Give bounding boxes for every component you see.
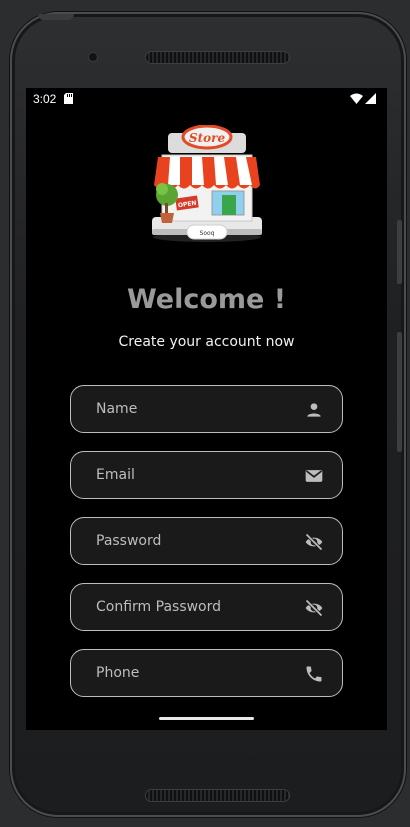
front-camera bbox=[88, 52, 98, 62]
phone-top-edge bbox=[38, 14, 74, 20]
subtitle: Create your account now bbox=[118, 334, 295, 350]
confirm-password-input[interactable] bbox=[71, 584, 342, 630]
home-indicator[interactable] bbox=[159, 717, 254, 720]
email-field[interactable] bbox=[70, 451, 343, 499]
phone-input[interactable] bbox=[71, 650, 342, 696]
status-time: 3:02 bbox=[33, 92, 57, 106]
volume-button[interactable] bbox=[397, 220, 402, 284]
store-sign-text: Store bbox=[189, 131, 226, 145]
app-screen: 3:02 Store OPEN Sooq Welcome ! Create yo… bbox=[26, 88, 387, 730]
top-speaker bbox=[145, 51, 290, 64]
confirm-password-field[interactable] bbox=[70, 583, 343, 631]
visibility-off-icon[interactable] bbox=[304, 598, 324, 618]
mail-icon bbox=[305, 470, 323, 482]
phone-field[interactable] bbox=[70, 649, 343, 697]
person-icon bbox=[307, 403, 321, 417]
cell-signal-icon bbox=[365, 93, 376, 104]
name-field[interactable] bbox=[70, 385, 343, 433]
store-tag-text: Sooq bbox=[200, 230, 215, 237]
bottom-speaker bbox=[145, 789, 290, 802]
email-input[interactable] bbox=[71, 452, 342, 498]
phone-icon bbox=[306, 666, 322, 682]
name-input[interactable] bbox=[71, 386, 342, 432]
store-logo: Store OPEN Sooq bbox=[152, 125, 262, 242]
welcome-heading: Welcome ! bbox=[126, 284, 287, 315]
wifi-icon bbox=[350, 93, 363, 104]
password-field[interactable] bbox=[70, 517, 343, 565]
visibility-off-icon[interactable] bbox=[304, 532, 324, 552]
status-bar: 3:02 bbox=[26, 88, 387, 110]
power-button[interactable] bbox=[397, 332, 402, 452]
password-input[interactable] bbox=[71, 518, 342, 564]
sd-card-icon bbox=[64, 93, 73, 104]
